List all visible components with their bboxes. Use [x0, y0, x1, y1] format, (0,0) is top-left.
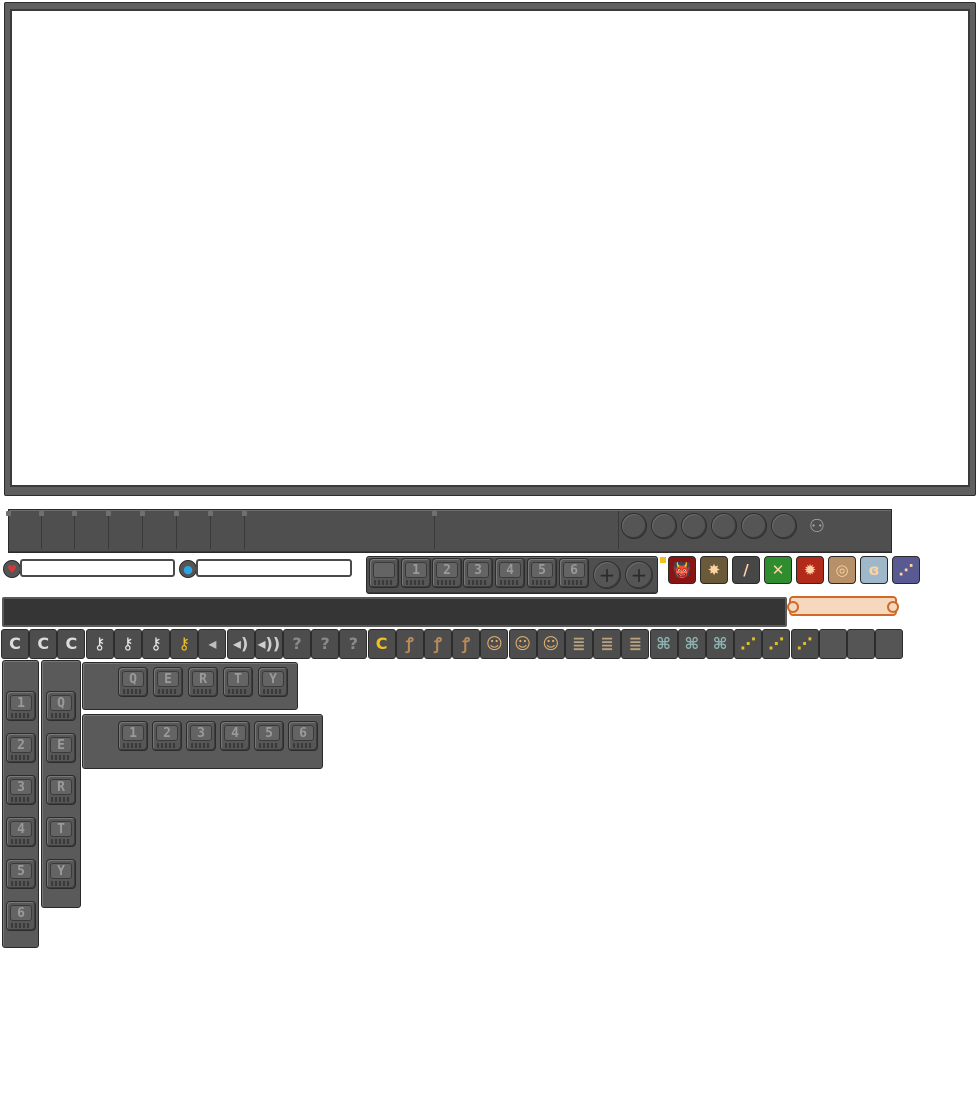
slot-5[interactable] — [741, 513, 767, 539]
toolbar-icon-25[interactable]: ⌘ — [677, 629, 706, 659]
toolbar-icon-18[interactable]: ☺ — [480, 629, 509, 659]
toolbar-icon-32[interactable] — [875, 629, 904, 659]
flame-icon[interactable]: ✹ — [796, 556, 824, 584]
toolbar-icon-12[interactable]: ? — [311, 629, 340, 659]
heart-icon: ♥ — [3, 560, 21, 578]
toolbar-icon-8[interactable]: ◂ — [198, 629, 227, 659]
toolbar-icon-10[interactable]: ◂)) — [254, 629, 283, 659]
hotkey-row-4[interactable]: 4 — [220, 721, 250, 751]
toolbar-icon-9[interactable]: ◂) — [226, 629, 255, 659]
aura-icon[interactable]: ◎ — [828, 556, 856, 584]
hotkey-column-letters: Q E R T Y — [41, 660, 81, 908]
mana-bar — [196, 559, 352, 577]
skill-slot-blank[interactable] — [369, 558, 399, 588]
toolbar-icon-23[interactable]: ≣ — [621, 629, 650, 659]
game-viewport — [10, 9, 970, 487]
skill-slot-3[interactable]: 3 — [463, 558, 493, 588]
game-viewport-frame — [4, 2, 976, 496]
toolbar-icon-14[interactable]: C — [367, 629, 396, 659]
scroll-icon — [787, 596, 899, 616]
notification-dot — [660, 557, 666, 563]
slot-2[interactable] — [651, 513, 677, 539]
health-bar — [20, 559, 175, 577]
hotkey-row-3[interactable]: 3 — [186, 721, 216, 751]
slot-3[interactable] — [681, 513, 707, 539]
star-burst-icon[interactable]: ✸ — [700, 556, 728, 584]
signal-icon[interactable]: ⋰ — [892, 556, 920, 584]
toolbar-icon-15[interactable]: ꝭ — [395, 629, 424, 659]
hotkey-row-numbers: 1 2 3 4 5 6 — [82, 714, 323, 769]
demon-icon[interactable]: 👹 — [668, 556, 696, 584]
hotkey-row-q[interactable]: Q — [118, 667, 148, 697]
toolbar-icon-29[interactable]: ⋰ — [790, 629, 819, 659]
add-slot-icon[interactable]: + — [593, 561, 621, 589]
top-hotbar: ⚇ — [6, 509, 892, 553]
toolbar-icon-28[interactable]: ⋰ — [762, 629, 791, 659]
toolbar-icon-19[interactable]: ☺ — [508, 629, 537, 659]
toolbar-icon-3[interactable]: C — [57, 629, 86, 659]
name-bar — [2, 597, 787, 627]
hotkey-column-numbers: 1 2 3 4 5 6 — [2, 660, 39, 948]
slot-6[interactable] — [771, 513, 797, 539]
skill-slot-6[interactable]: 6 — [559, 558, 589, 588]
toolbar-icon-2[interactable]: C — [29, 629, 58, 659]
toolbar-icon-16[interactable]: ꝭ — [424, 629, 452, 659]
toolbar-icon-21[interactable]: ≣ — [565, 629, 593, 659]
toolbar-icon-7[interactable]: ⚷ — [170, 629, 199, 659]
toolbar-icon-5[interactable]: ⚷ — [113, 629, 142, 659]
hotkey-row-t[interactable]: T — [223, 667, 253, 697]
skill-slot-5[interactable]: 5 — [527, 558, 557, 588]
hotkey-4[interactable]: 4 — [6, 817, 36, 847]
mana-orb-icon: ● — [179, 560, 197, 578]
toolbar-icon-17[interactable]: ꝭ — [452, 629, 481, 659]
toolbar-icon-22[interactable]: ≣ — [593, 629, 622, 659]
slot-4[interactable] — [711, 513, 737, 539]
hotkey-e[interactable]: E — [46, 733, 76, 763]
hotkey-r[interactable]: R — [46, 775, 76, 805]
toolbar-icon-30[interactable] — [818, 629, 847, 659]
hotkey-6[interactable]: 6 — [6, 901, 36, 931]
hotkey-y[interactable]: Y — [46, 859, 76, 889]
whirlwind-icon[interactable]: ɞ — [860, 556, 888, 584]
toolbar-icon-6[interactable]: ⚷ — [142, 629, 170, 659]
cross-icon[interactable]: ✕ — [764, 556, 792, 584]
toolbar-icon-13[interactable]: ? — [339, 629, 368, 659]
hotkey-row-y[interactable]: Y — [258, 667, 288, 697]
add-slot-icon-2[interactable]: + — [625, 561, 653, 589]
feather-icon[interactable]: / — [732, 556, 760, 584]
hotkey-row-1[interactable]: 1 — [118, 721, 148, 751]
skill-slot-2[interactable]: 2 — [432, 558, 462, 588]
toolbar-icon-20[interactable]: ☺ — [536, 629, 565, 659]
hotkey-t[interactable]: T — [46, 817, 76, 847]
skill-bar: 1 2 3 4 5 6 + + — [366, 556, 658, 594]
toolbar-icon-26[interactable]: ⌘ — [706, 629, 734, 659]
toolbar-icon-11[interactable]: ? — [283, 629, 311, 659]
toolbar-icon-27[interactable]: ⋰ — [734, 629, 763, 659]
hotkey-row-r[interactable]: R — [188, 667, 218, 697]
party-icon[interactable]: ⚇ — [807, 516, 827, 538]
hotkey-q[interactable]: Q — [46, 691, 76, 721]
hotkey-5[interactable]: 5 — [6, 859, 36, 889]
toolbar-icon-1[interactable]: C — [1, 629, 29, 659]
skill-slot-1[interactable]: 1 — [401, 558, 431, 588]
toolbar-icon-31[interactable] — [847, 629, 875, 659]
hotkey-row-6[interactable]: 6 — [288, 721, 318, 751]
slot-1[interactable] — [621, 513, 647, 539]
skill-slot-4[interactable]: 4 — [495, 558, 525, 588]
hotkey-row-5[interactable]: 5 — [254, 721, 284, 751]
hotkey-1[interactable]: 1 — [6, 691, 36, 721]
hotkey-3[interactable]: 3 — [6, 775, 36, 805]
hotkey-row-letters: Q E R T Y — [82, 662, 298, 710]
hotkey-2[interactable]: 2 — [6, 733, 36, 763]
hotkey-row-2[interactable]: 2 — [152, 721, 182, 751]
toolbar-icon-24[interactable]: ⌘ — [649, 629, 678, 659]
toolbar-icon-4[interactable]: ⚷ — [85, 629, 114, 659]
hotkey-row-e[interactable]: E — [153, 667, 183, 697]
